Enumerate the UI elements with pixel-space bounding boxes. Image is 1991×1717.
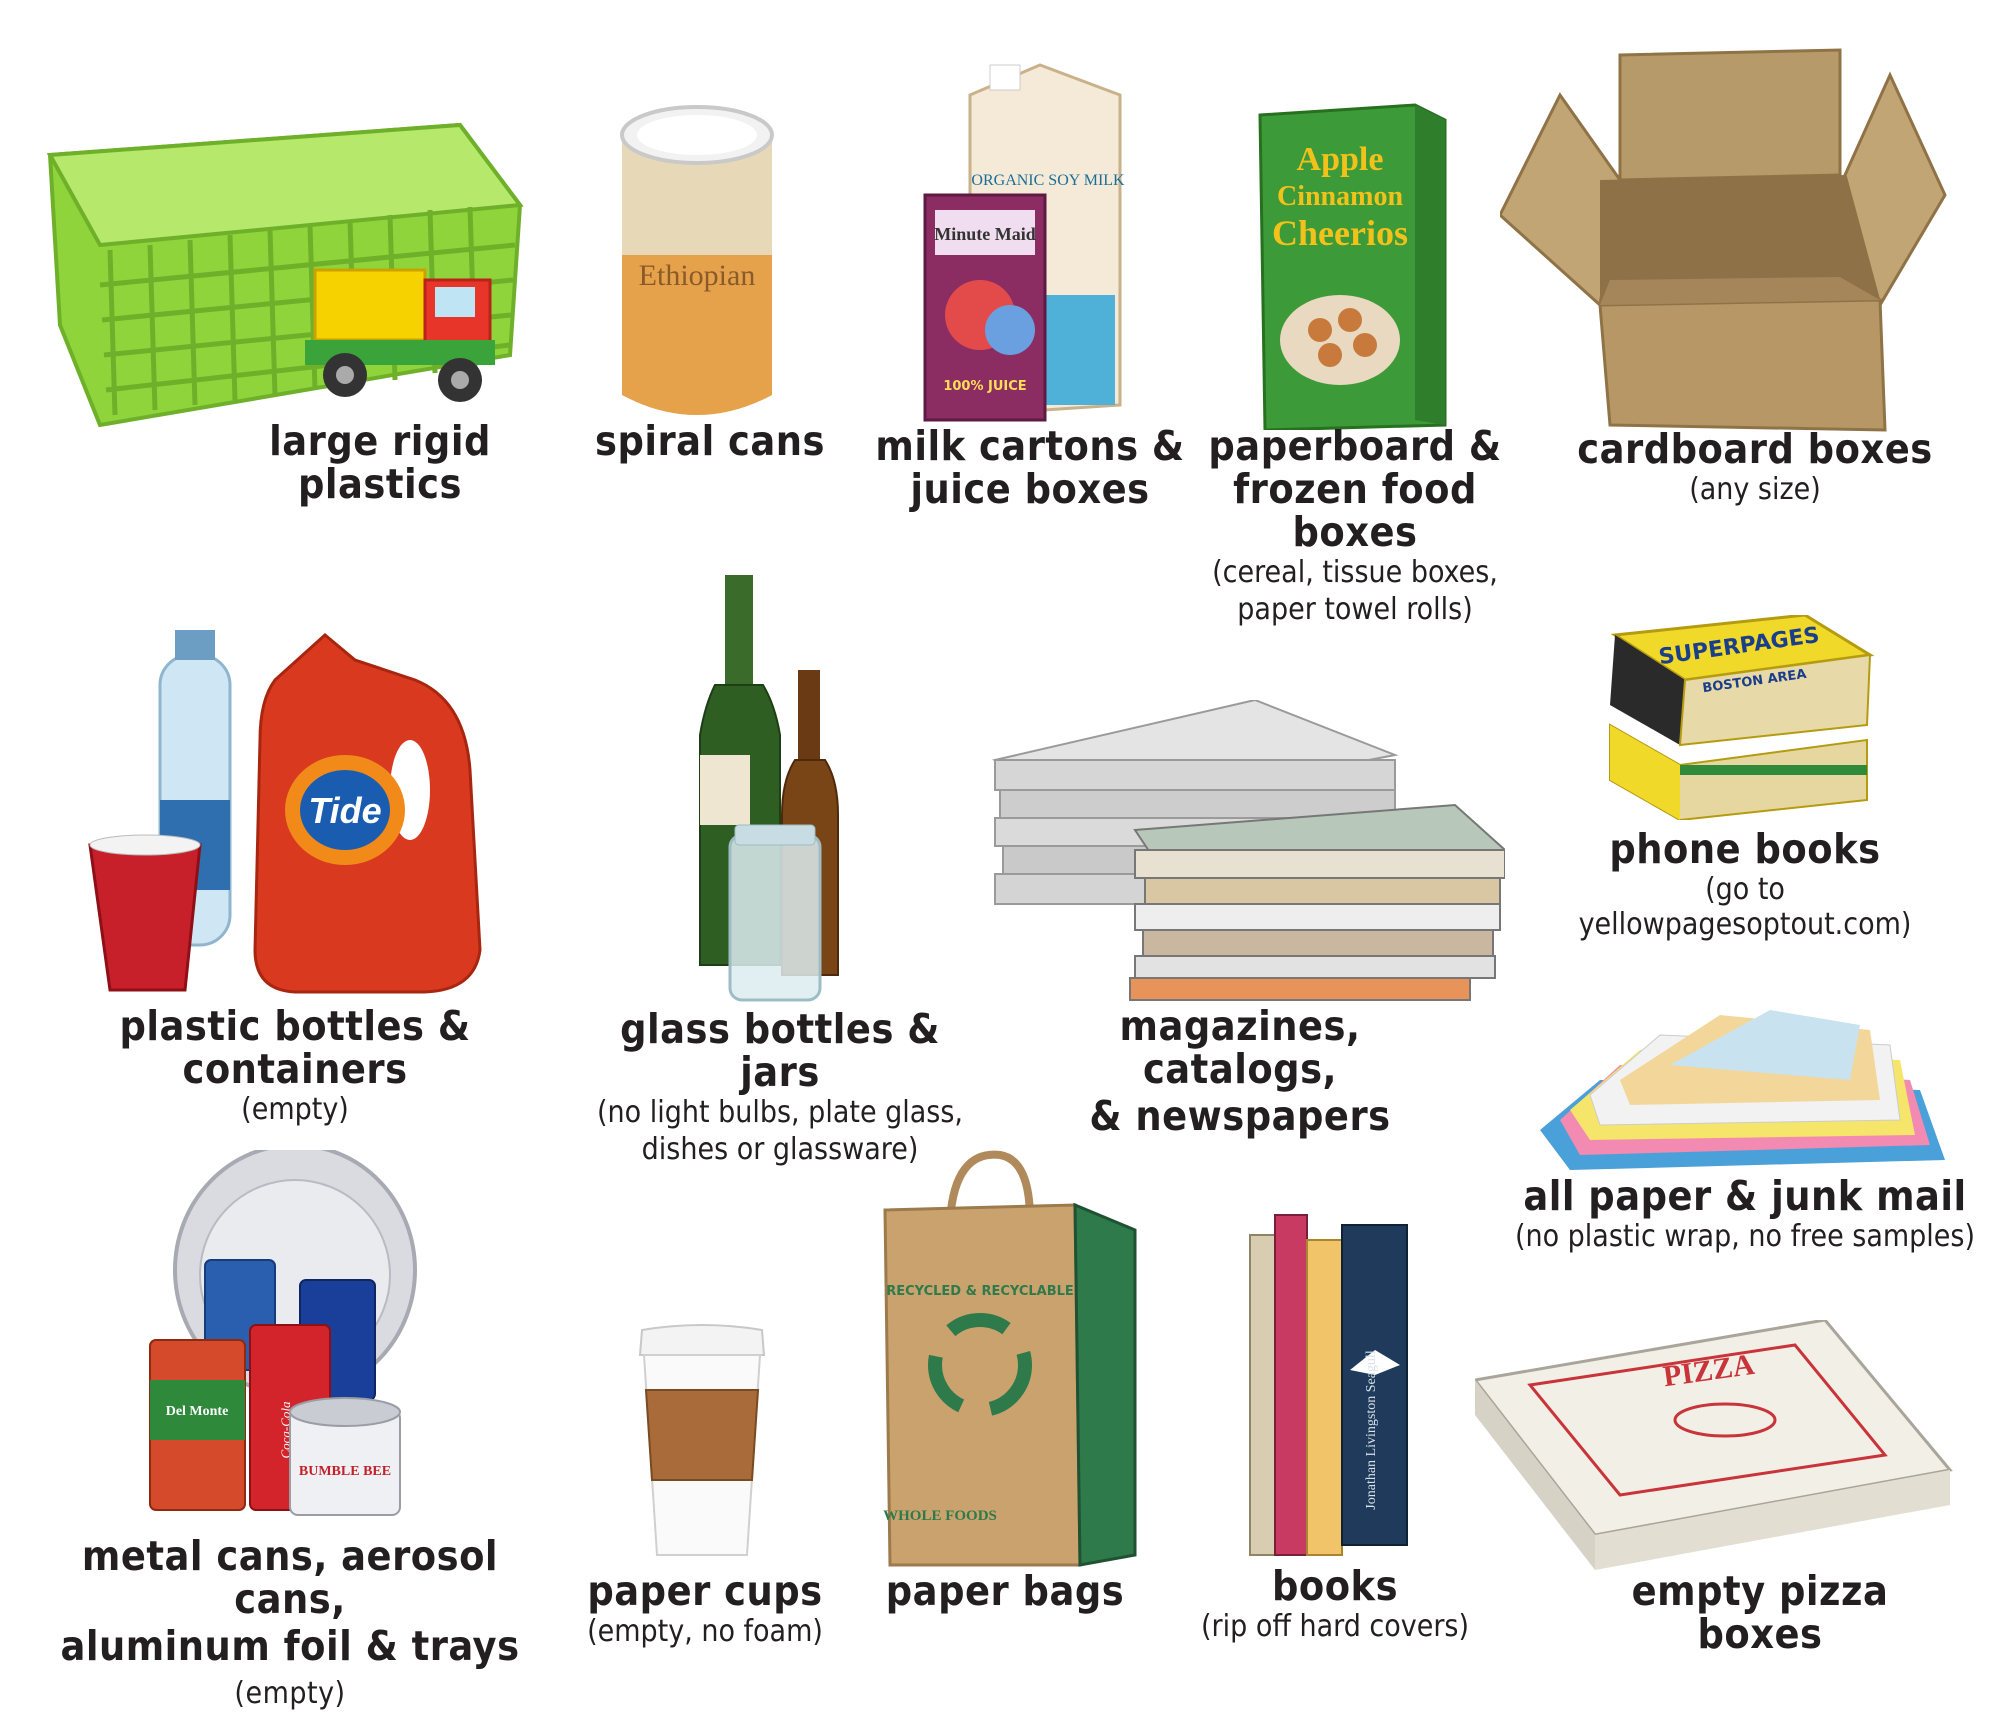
item-title: paper cups [587, 1567, 823, 1615]
item-note-line1: (no light bulbs, plate glass, [596, 1095, 963, 1131]
pizza-box-icon: PIZZA [1475, 1320, 1955, 1570]
newspaper-stack-icon [985, 700, 1505, 1010]
item-title: plastic bottles & containers [119, 1002, 471, 1094]
svg-text:BUMBLE BEE: BUMBLE BEE [299, 1464, 391, 1479]
item-title: cardboard boxes [1577, 425, 1933, 473]
paper-grocery-bag-icon: RECYCLED & RECYCLABLE WHOLE FOODS [880, 1150, 1140, 1570]
item-note: (empty) [241, 1092, 349, 1128]
svg-text:Cheerios: Cheerios [1272, 213, 1408, 253]
item-title-line2: frozen food boxes [1233, 465, 1477, 557]
svg-text:Tide: Tide [308, 790, 381, 831]
basket-with-toy-truck-icon [40, 95, 530, 435]
svg-text:WHOLE FOODS: WHOLE FOODS [883, 1508, 997, 1524]
svg-text:RECYCLED & RECYCLABLE: RECYCLED & RECYCLABLE [886, 1284, 1074, 1299]
item-title: glass bottles & jars [620, 1005, 940, 1097]
item-note: (rip off hard covers) [1200, 1609, 1470, 1645]
item-title-line1: paperboard & [1208, 422, 1502, 470]
svg-text:Del Monte: Del Monte [166, 1404, 229, 1419]
svg-text:Cinnamon: Cinnamon [1277, 181, 1403, 212]
book-stack-icon: Jonathan Livingston Seagull [1245, 1200, 1410, 1560]
paper-coffee-cup-icon [632, 1320, 772, 1560]
item-title-line2: aluminum foil & trays [60, 1622, 520, 1671]
spiral-can-icon: Ethiopian [612, 95, 782, 425]
item-note: (no plastic wrap, no free samples) [1514, 1219, 1976, 1255]
paper-pile-icon [1540, 1010, 1950, 1175]
svg-text:Ethiopian: Ethiopian [639, 259, 756, 292]
svg-text:Apple: Apple [1297, 141, 1384, 178]
detergent-bottle-icon: Tide [85, 620, 505, 1000]
phone-books-icon: SUPERPAGES BOSTON AREA [1605, 615, 1875, 820]
item-title: all paper & junk mail [1523, 1172, 1967, 1220]
item-note: (go to yellowpagesoptout.com) [1578, 872, 1912, 942]
item-title: phone books [1609, 825, 1881, 873]
item-title-line1: metal cans, aerosol cans, [81, 1532, 499, 1624]
item-title: paper bags [885, 1567, 1125, 1615]
item-title: empty pizza boxes [1631, 1567, 1889, 1659]
item-title-line1: milk cartons & [875, 422, 1185, 470]
open-cardboard-box-icon [1500, 45, 1950, 435]
item-note-line2: paper towel rolls) [1237, 591, 1473, 627]
svg-text:Minute Maid: Minute Maid [934, 224, 1036, 244]
item-note: (empty) [234, 1676, 346, 1712]
milk-carton-juice-box-icon: ORGANIC SOY MILK Minute Maid 100% JUICE [920, 55, 1140, 425]
item-title-line1: magazines, catalogs, [1119, 1002, 1361, 1094]
item-title: large rigid plastics [269, 417, 491, 509]
svg-text:ORGANIC SOY MILK: ORGANIC SOY MILK [971, 172, 1125, 189]
svg-text:100% JUICE: 100% JUICE [943, 379, 1026, 394]
item-note: (empty, no foam) [587, 1614, 823, 1650]
item-note: (any size) [1689, 472, 1821, 508]
metal-cans-tray-icon: Del Monte Coca-Cola BUMBLE BEE [145, 1150, 435, 1530]
item-note-line1: (cereal, tissue boxes, [1212, 555, 1498, 591]
cereal-box-icon: Apple Cinnamon Cheerios [1255, 100, 1455, 430]
item-title-line2: & newspapers [1089, 1092, 1391, 1141]
item-title-line2: juice boxes [910, 465, 1150, 514]
glass-bottles-jar-icon [690, 575, 860, 1005]
item-title: books [1271, 1562, 1399, 1610]
svg-text:Jonathan Livingston Seagull: Jonathan Livingston Seagull [1364, 1350, 1379, 1510]
item-title: spiral cans [594, 417, 826, 465]
